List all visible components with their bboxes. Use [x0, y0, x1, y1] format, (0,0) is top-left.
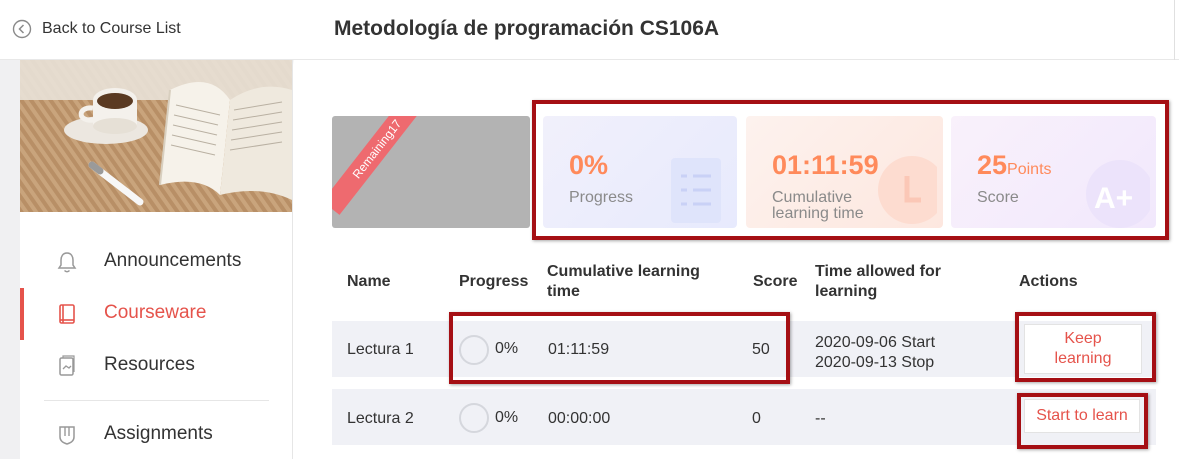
back-label: Back to Course List	[42, 20, 181, 37]
sidebar-item-assignments[interactable]: Assignments	[20, 409, 293, 459]
header-line: Cumulative learning	[547, 263, 700, 280]
app-window: Back to Course List Metodología de progr…	[0, 0, 1179, 459]
course-sidebar: Announcements Courseware Resources Assig	[20, 60, 293, 459]
sidebar-item-label: Courseware	[104, 302, 207, 323]
sidebar-item-label: Resources	[104, 354, 195, 375]
bell-icon	[56, 250, 78, 274]
row-time-allowed: 2020-09-06 Start 2020-09-13 Stop	[815, 333, 935, 373]
col-header-time-allowed: Time allowed for learning	[815, 262, 941, 302]
col-header-name: Name	[347, 273, 391, 290]
col-header-learning-time: Cumulative learning time	[547, 262, 700, 302]
courseware-main: Remaining17 0% Progress 01:11:59 Cumulat…	[294, 60, 1179, 459]
start-to-learn-highlight-box	[1017, 393, 1148, 449]
shield-icon	[56, 423, 78, 447]
sidebar-item-label: Assignments	[104, 423, 213, 444]
sidebar-divider	[44, 400, 269, 401]
col-header-progress: Progress	[459, 273, 529, 290]
row-score: 0	[752, 410, 761, 427]
course-title: Metodología de programación CS106A	[334, 17, 720, 40]
sidebar-item-resources[interactable]: Resources	[20, 340, 293, 392]
sidebar-item-announcements[interactable]: Announcements	[20, 236, 293, 288]
sidebar-item-label: Announcements	[104, 250, 242, 271]
row-progress-highlight-box	[449, 312, 790, 384]
folder-icon	[56, 354, 78, 378]
sidebar-item-courseware[interactable]: Courseware	[20, 288, 293, 340]
row-name: Lectura 1	[347, 341, 414, 358]
back-to-course-list-link[interactable]: Back to Course List	[12, 19, 181, 39]
back-circle-icon	[12, 19, 32, 39]
remaining-ribbon: Remaining17	[332, 116, 432, 215]
row-learning-time: 00:00:00	[548, 410, 611, 427]
header-line: learning	[815, 283, 878, 300]
keep-learning-highlight-box	[1015, 312, 1156, 382]
header-divider	[1174, 0, 1175, 60]
progress-ring-icon	[459, 403, 489, 433]
row-progress: 0%	[495, 409, 519, 426]
row-name: Lectura 2	[347, 410, 414, 427]
left-gutter	[0, 60, 20, 459]
stop-date: 2020-09-13 Stop	[815, 354, 935, 371]
course-cover-image	[20, 60, 292, 212]
sidebar-nav: Announcements Courseware Resources Assig	[20, 236, 293, 459]
header-line: time	[547, 283, 580, 300]
course-thumbnail[interactable]: Remaining17	[332, 116, 530, 228]
header-line: Time allowed for	[815, 263, 941, 280]
book-icon	[56, 302, 78, 326]
col-header-actions: Actions	[1019, 273, 1078, 290]
stats-highlight-box	[532, 100, 1169, 240]
top-header: Back to Course List Metodología de progr…	[0, 0, 1179, 60]
start-date: 2020-09-06 Start	[815, 334, 936, 351]
row-time-allowed: --	[815, 410, 826, 427]
col-header-score: Score	[753, 273, 798, 290]
